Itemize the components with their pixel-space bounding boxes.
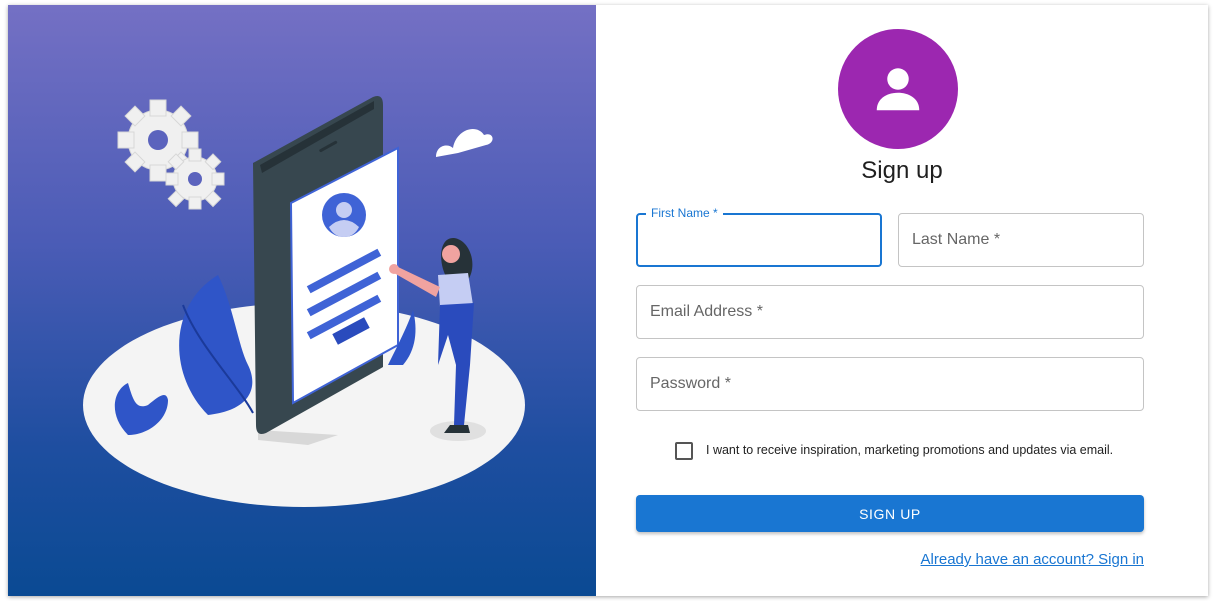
- signup-card: Sign up First Name * Last Name * Email A…: [8, 5, 1208, 596]
- last-name-field[interactable]: Last Name *: [898, 213, 1144, 267]
- password-field[interactable]: Password *: [636, 357, 1144, 411]
- hero-panel: [8, 5, 596, 596]
- signup-illustration: [83, 96, 525, 507]
- first-name-field[interactable]: First Name *: [636, 206, 882, 267]
- email-field[interactable]: Email Address *: [636, 285, 1144, 339]
- person-icon: [876, 68, 920, 111]
- password-input[interactable]: [649, 366, 1135, 402]
- last-name-input[interactable]: [911, 222, 1135, 258]
- sign-up-button[interactable]: SIGN UP: [636, 495, 1144, 532]
- signup-form: Sign up First Name * Last Name * Email A…: [596, 5, 1208, 596]
- email-input[interactable]: [649, 294, 1135, 330]
- sign-in-link[interactable]: Already have an account? Sign in: [921, 551, 1144, 568]
- marketing-checkbox[interactable]: [675, 442, 693, 460]
- first-name-label: First Name *: [646, 206, 723, 220]
- first-name-input[interactable]: [650, 223, 872, 259]
- page-title: Sign up: [861, 157, 943, 184]
- avatar: [838, 29, 958, 149]
- marketing-checkbox-label: I want to receive inspiration, marketing…: [706, 443, 1114, 457]
